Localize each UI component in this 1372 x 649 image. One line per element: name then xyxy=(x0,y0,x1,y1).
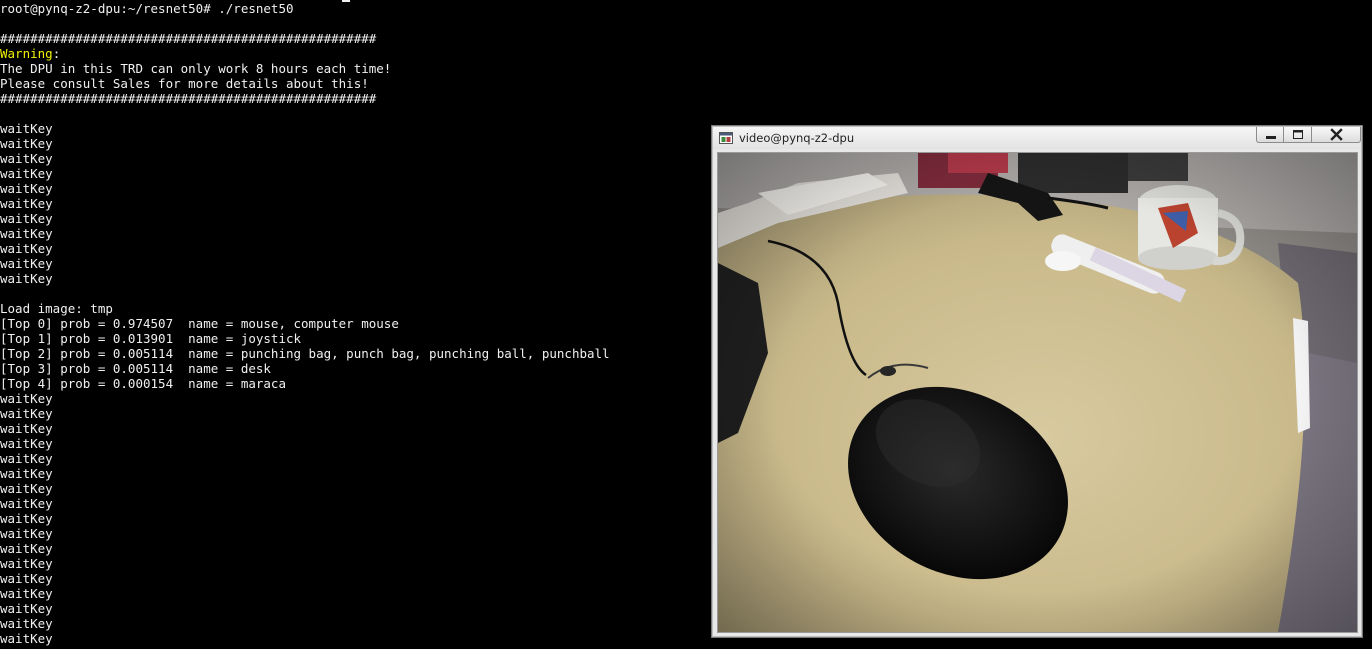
load-image-line: Load image: tmp xyxy=(0,301,113,316)
hash-rule-bottom: ########################################… xyxy=(0,91,377,106)
waitkey-line: waitKey xyxy=(0,421,53,436)
warning-label: Warning xyxy=(0,46,53,61)
app-window-icon[interactable] xyxy=(719,132,733,144)
waitkey-line: waitKey xyxy=(0,631,53,646)
waitkey-line: waitKey xyxy=(0,136,53,151)
waitkey-line: waitKey xyxy=(0,241,53,256)
minimize-icon xyxy=(1266,136,1276,139)
waitkey-line: waitKey xyxy=(0,451,53,466)
video-window[interactable]: video@pynq-z2-dpu xyxy=(711,125,1363,638)
result-top-1: [Top 1] prob = 0.013901 name = joystick xyxy=(0,331,302,346)
terminal-cursor xyxy=(342,0,350,2)
result-top-0: [Top 0] prob = 0.974507 name = mouse, co… xyxy=(0,316,399,331)
waitkey-line: waitKey xyxy=(0,571,53,586)
waitkey-line: waitKey xyxy=(0,196,53,211)
waitkey-line: waitKey xyxy=(0,511,53,526)
prompt-line: root@pynq-z2-dpu:~/resnet50# ./resnet50 xyxy=(0,1,294,16)
waitkey-line: waitKey xyxy=(0,391,53,406)
waitkey-line: waitKey xyxy=(0,271,53,286)
result-top-3: [Top 3] prob = 0.005114 name = desk xyxy=(0,361,271,376)
maximize-button[interactable] xyxy=(1284,127,1312,143)
minimize-button[interactable] xyxy=(1256,127,1284,143)
waitkey-line: waitKey xyxy=(0,601,53,616)
close-icon xyxy=(1330,128,1343,141)
waitkey-line: waitKey xyxy=(0,436,53,451)
waitkey-line: waitKey xyxy=(0,556,53,571)
hash-rule-top: ########################################… xyxy=(0,31,377,46)
warning-line-1: The DPU in this TRD can only work 8 hour… xyxy=(0,61,392,76)
waitkey-line: waitKey xyxy=(0,481,53,496)
result-top-2: [Top 2] prob = 0.005114 name = punching … xyxy=(0,346,610,361)
waitkey-line: waitKey xyxy=(0,166,53,181)
waitkey-line: waitKey xyxy=(0,466,53,481)
waitkey-line: waitKey xyxy=(0,496,53,511)
waitkey-line: waitKey xyxy=(0,181,53,196)
waitkey-line: waitKey xyxy=(0,406,53,421)
waitkey-line: waitKey xyxy=(0,256,53,271)
waitkey-line: waitKey xyxy=(0,526,53,541)
warning-heading: Warning: xyxy=(0,46,60,61)
maximize-icon xyxy=(1293,130,1303,139)
video-window-titlebar[interactable]: video@pynq-z2-dpu xyxy=(713,127,1361,149)
waitkey-line: waitKey xyxy=(0,121,53,136)
warning-line-2: Please consult Sales for more details ab… xyxy=(0,76,369,91)
warning-colon: : xyxy=(52,46,61,61)
result-top-4: [Top 4] prob = 0.000154 name = maraca xyxy=(0,376,286,391)
waitkey-line: waitKey xyxy=(0,586,53,601)
waitkey-line: waitKey xyxy=(0,616,53,631)
webcam-image xyxy=(718,153,1357,632)
waitkey-line: waitKey xyxy=(0,226,53,241)
close-button[interactable] xyxy=(1312,127,1361,143)
waitkey-line: waitKey xyxy=(0,541,53,556)
waitkey-line: waitKey xyxy=(0,211,53,226)
waitkey-line: waitKey xyxy=(0,151,53,166)
video-frame xyxy=(717,152,1358,633)
video-window-title: video@pynq-z2-dpu xyxy=(739,131,855,145)
